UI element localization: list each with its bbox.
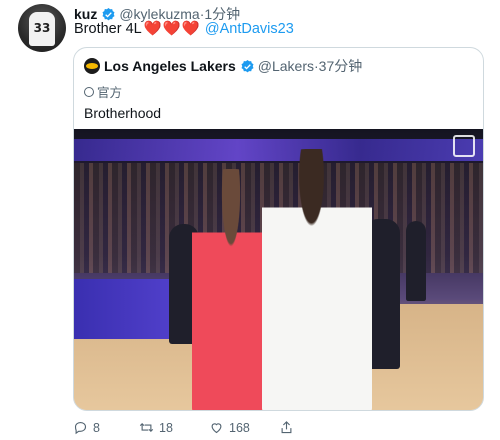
quoted-timestamp[interactable]: ·37分钟 <box>314 56 362 76</box>
reply-icon <box>74 421 87 435</box>
quoted-tweet-photo[interactable] <box>74 129 483 410</box>
avatar-jersey-number: 33 <box>33 21 51 35</box>
tweet-body: Brother 4L <box>74 20 142 37</box>
heart-icon <box>211 423 222 434</box>
tweet-text: Brother 4L ❤️❤️❤️ @AntDavis23 <box>74 20 294 38</box>
author-avatar[interactable]: 33 <box>18 4 66 52</box>
verified-badge-icon <box>241 59 254 72</box>
official-label-text: 官方 <box>97 86 123 100</box>
player-white-jersey <box>262 149 372 410</box>
reply-count: 8 <box>93 420 100 435</box>
quoted-tweet[interactable]: Los Angeles Lakers @Lakers ·37分钟 官方 Brot… <box>73 47 484 411</box>
retweet-icon <box>139 422 154 433</box>
like-count: 168 <box>229 420 250 435</box>
reply-button[interactable]: 8 <box>73 420 100 435</box>
retweet-count: 18 <box>159 420 173 435</box>
quoted-author-handle[interactable]: @Lakers <box>258 58 314 74</box>
official-label: 官方 <box>84 82 122 101</box>
lakers-logo-icon <box>84 58 100 74</box>
quoted-author-name[interactable]: Los Angeles Lakers <box>104 58 236 74</box>
background-person <box>406 221 426 301</box>
share-button[interactable] <box>279 420 299 435</box>
heart-emoji-icons: ❤️❤️❤️ <box>143 21 201 37</box>
quoted-tweet-text: Brotherhood <box>84 105 162 121</box>
tweet-actions: 8 18 168 <box>73 420 333 438</box>
share-icon <box>281 421 292 434</box>
avatar-jersey: 33 <box>29 12 55 46</box>
quoted-tweet-header: Los Angeles Lakers @Lakers ·37分钟 <box>84 56 362 76</box>
like-button[interactable]: 168 <box>209 420 250 435</box>
mention-link[interactable]: @AntDavis23 <box>205 21 294 37</box>
player-red-jersey <box>192 169 270 410</box>
retweet-button[interactable]: 18 <box>139 420 173 435</box>
photo-watermark-logo <box>453 135 475 157</box>
official-label-icon <box>84 86 94 97</box>
